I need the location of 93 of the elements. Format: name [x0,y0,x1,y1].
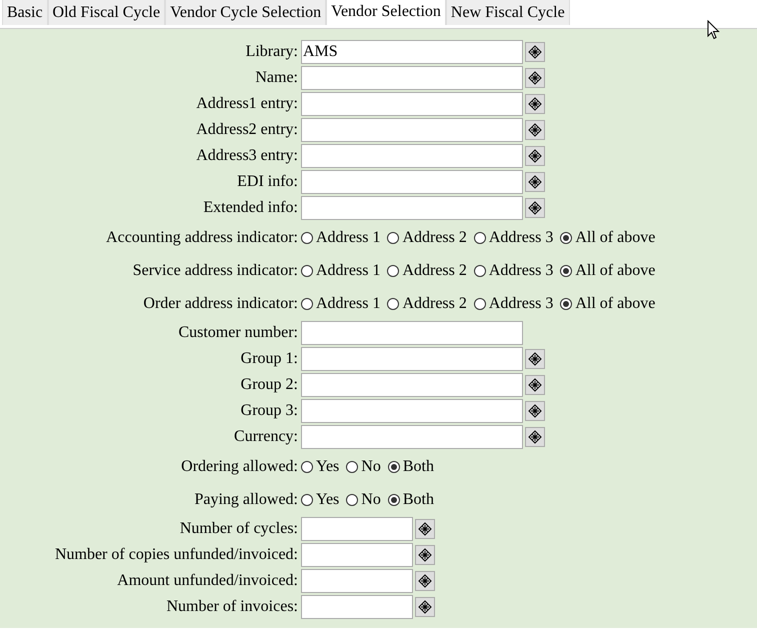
radio-label: All of above [575,228,656,248]
field-label: Service address indicator: [132,260,298,280]
lookup-button[interactable] [415,545,435,565]
radio-button[interactable] [301,232,313,244]
field-label: Number of cycles: [180,519,298,539]
input-field[interactable] [301,92,523,116]
field-label: Group 1: [240,349,298,369]
radio-button[interactable] [346,494,358,506]
lookup-button[interactable] [525,375,545,395]
radio-button[interactable] [388,460,400,472]
radio-button[interactable] [301,460,313,472]
field-label: Library: [246,42,298,62]
input-field[interactable]: AMS [301,40,523,64]
field-label: Number of copies unfunded/invoiced: [54,545,298,565]
radio-button[interactable] [387,264,400,276]
lookup-button[interactable] [525,94,545,114]
radio-label: Both [402,490,434,510]
radio-label: No [361,490,381,510]
field-label: Address3 entry: [196,146,298,166]
radio-button[interactable] [560,264,572,276]
field-label: Number of invoices: [166,597,298,617]
field-label: Name: [255,68,298,88]
tab[interactable]: Vendor Cycle Selection [165,0,326,25]
lookup-button[interactable] [525,146,545,166]
field-label: Amount unfunded/invoiced: [117,571,298,591]
field-label: EDI info: [237,172,298,192]
input-field[interactable] [301,118,523,142]
radio-button[interactable] [388,494,400,506]
lookup-button[interactable] [525,427,545,447]
field-label: Address2 entry: [196,120,298,140]
lookup-button[interactable] [525,42,545,62]
input-field[interactable] [301,347,523,371]
field-label: Extended info: [203,198,298,218]
radio-button[interactable] [560,232,572,244]
radio-button[interactable] [474,232,486,244]
radio-label: Yes [316,490,340,510]
radio-label: All of above [575,294,656,314]
radio-label: Address 3 [488,294,554,314]
radio-button[interactable] [387,298,400,310]
radio-button[interactable] [301,494,313,506]
field-label: Ordering allowed: [181,456,298,476]
tab[interactable]: Old Fiscal Cycle [48,0,166,25]
radio-label: Address 2 [402,294,467,314]
input-field[interactable] [301,373,523,397]
input-field[interactable] [301,144,523,168]
radio-button[interactable] [301,264,313,276]
field-label: Address1 entry: [196,94,298,114]
radio-button[interactable] [301,298,313,310]
input-field[interactable] [301,196,523,220]
input-field[interactable] [301,569,413,593]
radio-label: Address 1 [316,260,380,280]
radio-label: Yes [316,456,340,476]
radio-label: Address 2 [402,260,467,280]
radio-button[interactable] [560,298,572,310]
lookup-button[interactable] [415,571,435,591]
field-label: Order address indicator: [143,294,298,314]
radio-button[interactable] [387,232,400,244]
input-field[interactable] [301,425,523,449]
field-label: Customer number: [178,323,298,343]
radio-label: Address 2 [402,228,467,248]
radio-label: No [361,456,381,476]
radio-label: Address 1 [316,294,380,314]
lookup-button[interactable] [415,519,435,539]
radio-button[interactable] [474,264,486,276]
field-label: Currency: [234,427,298,447]
radio-label: Address 3 [488,228,554,248]
field-label: Group 3: [240,401,298,421]
field-label: Accounting address indicator: [106,228,298,248]
field-label: Group 2: [240,375,298,395]
input-field[interactable] [301,517,413,541]
input-field[interactable] [301,66,523,90]
radio-label: Both [402,456,434,476]
tab[interactable]: New Fiscal Cycle [446,0,570,25]
radio-label: Address 3 [488,260,554,280]
lookup-button[interactable] [525,68,545,88]
tab[interactable]: Vendor Selection [326,0,446,25]
lookup-button[interactable] [415,597,435,617]
input-field[interactable] [301,543,413,567]
lookup-button[interactable] [525,172,545,192]
radio-label: All of above [575,260,656,280]
lookup-button[interactable] [525,198,545,218]
input-field[interactable] [301,595,413,619]
radio-button[interactable] [346,460,358,472]
lookup-button[interactable] [525,349,545,369]
input-field[interactable] [301,399,523,423]
tab[interactable]: Basic [2,0,48,25]
lookup-button[interactable] [525,120,545,140]
radio-button[interactable] [474,298,486,310]
input-field[interactable] [301,170,523,194]
lookup-button[interactable] [525,401,545,421]
field-label: Paying allowed: [194,490,298,510]
radio-label: Address 1 [316,228,380,248]
input-field[interactable] [301,321,523,345]
